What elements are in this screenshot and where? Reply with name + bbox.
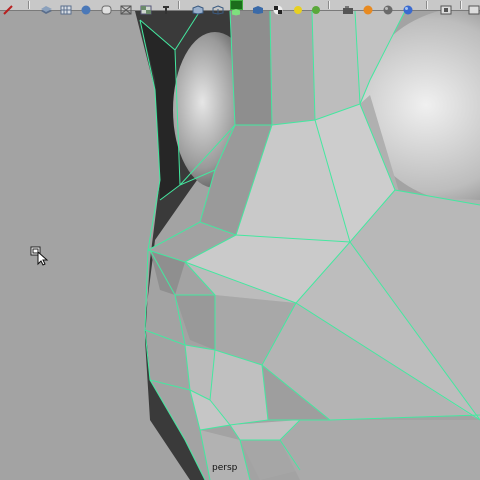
mesh-render bbox=[135, 11, 480, 480]
light-yellow-icon[interactable] bbox=[292, 0, 305, 14]
checker-icon[interactable] bbox=[140, 0, 153, 15]
panel-layout-icon[interactable] bbox=[468, 0, 480, 15]
layers-icon[interactable] bbox=[40, 0, 53, 14]
cylinder-icon[interactable] bbox=[100, 0, 113, 15]
blue-sphere-icon[interactable] bbox=[402, 0, 415, 15]
toolbar-separator bbox=[178, 1, 180, 9]
perspective-viewport[interactable]: persp bbox=[0, 11, 480, 480]
mouse-cursor-icon bbox=[30, 246, 50, 266]
paint-brush-icon[interactable] bbox=[2, 0, 15, 15]
sphere-icon[interactable] bbox=[80, 0, 93, 15]
toolbar-separator bbox=[426, 1, 428, 9]
toolbar-separator bbox=[28, 1, 30, 9]
resolution-gate-icon[interactable] bbox=[440, 0, 453, 15]
wireframe-icon[interactable] bbox=[120, 0, 133, 15]
cube-wire-icon[interactable] bbox=[212, 0, 225, 15]
panel-toolbar bbox=[0, 0, 480, 16]
light-green-icon[interactable] bbox=[310, 0, 323, 14]
grid-icon[interactable] bbox=[60, 0, 73, 15]
shaded-sphere-icon[interactable] bbox=[382, 0, 395, 15]
orange-light-icon[interactable] bbox=[362, 0, 375, 15]
maya-window: persp bbox=[0, 0, 480, 480]
cube-icon[interactable] bbox=[192, 0, 205, 15]
isolate-select-icon[interactable] bbox=[230, 0, 243, 16]
texture-checker-icon[interactable] bbox=[272, 0, 285, 15]
toolbar-separator bbox=[328, 1, 330, 9]
camera-icon[interactable] bbox=[342, 0, 355, 14]
cube-blue-icon[interactable] bbox=[252, 0, 265, 14]
camera-name-label: persp bbox=[212, 463, 238, 473]
toolbar-separator bbox=[460, 1, 462, 9]
smooth-shade-icon[interactable] bbox=[160, 0, 173, 14]
